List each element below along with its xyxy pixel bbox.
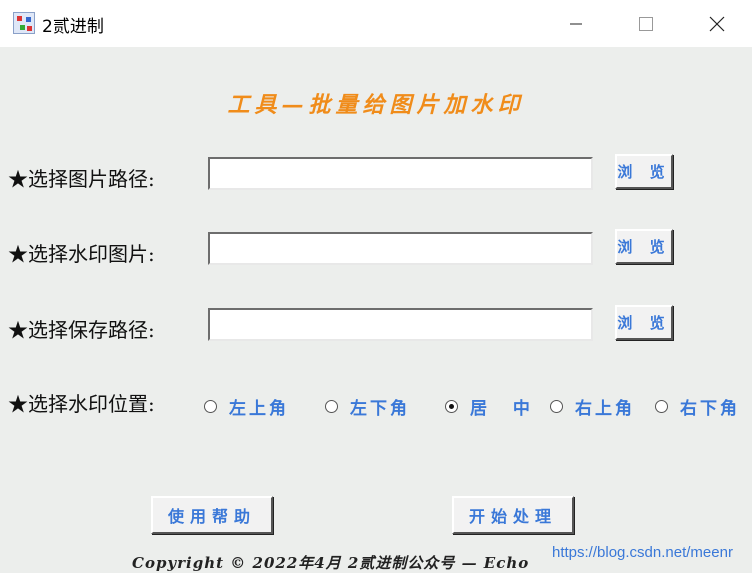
copyright-footer: Copyright © 2022年4月 2贰进制公众号 — Echo	[132, 554, 530, 572]
radio-circle[interactable]	[325, 399, 338, 413]
radio-label: 右下角	[680, 398, 740, 419]
radio-circle-selected[interactable]	[445, 399, 458, 413]
radio-circle[interactable]	[655, 399, 668, 413]
save-path-input[interactable]	[208, 308, 593, 341]
maximize-button[interactable]	[611, 0, 681, 47]
radio-label: 居 中	[470, 398, 540, 419]
radio-bottom-left[interactable]: 左下角	[325, 396, 410, 419]
watermark-image-label: ★选择水印图片:	[8, 242, 155, 266]
source-watermark: https://blog.csdn.net/meenr	[552, 544, 733, 561]
close-button[interactable]	[682, 0, 752, 47]
minimize-icon	[570, 23, 582, 24]
position-label: ★选择水印位置:	[8, 392, 155, 416]
browse-image-path-button[interactable]: 浏 览	[615, 154, 673, 189]
main-panel: 工具—批量给图片加水印 ★选择图片路径: 浏 览 ★选择水印图片: 浏 览 ★选…	[0, 47, 752, 573]
radio-label: 左下角	[350, 398, 410, 419]
radio-center[interactable]: 居 中	[445, 396, 540, 419]
radio-label: 右上角	[575, 398, 635, 419]
page-heading: 工具—批量给图片加水印	[227, 92, 525, 118]
start-processing-button[interactable]: 开始处理	[452, 496, 574, 534]
radio-top-right[interactable]: 右上角	[550, 396, 635, 419]
radio-label: 左上角	[229, 398, 289, 419]
save-path-label: ★选择保存路径:	[8, 318, 155, 342]
help-button[interactable]: 使用帮助	[151, 496, 273, 534]
app-icon	[13, 12, 35, 34]
image-path-label: ★选择图片路径:	[8, 167, 155, 191]
radio-circle[interactable]	[550, 399, 563, 413]
window-title: 2贰进制	[42, 17, 104, 37]
radio-top-left[interactable]: 左上角	[204, 396, 289, 419]
maximize-icon	[639, 16, 653, 31]
radio-bottom-right[interactable]: 右下角	[655, 396, 740, 419]
minimize-button[interactable]	[541, 0, 611, 47]
watermark-image-input[interactable]	[208, 232, 593, 265]
browse-watermark-button[interactable]: 浏 览	[615, 229, 673, 264]
close-icon	[709, 16, 725, 31]
browse-save-path-button[interactable]: 浏 览	[615, 305, 673, 340]
radio-circle[interactable]	[204, 399, 217, 413]
title-bar: 2贰进制	[0, 0, 752, 47]
image-path-input[interactable]	[208, 157, 593, 190]
